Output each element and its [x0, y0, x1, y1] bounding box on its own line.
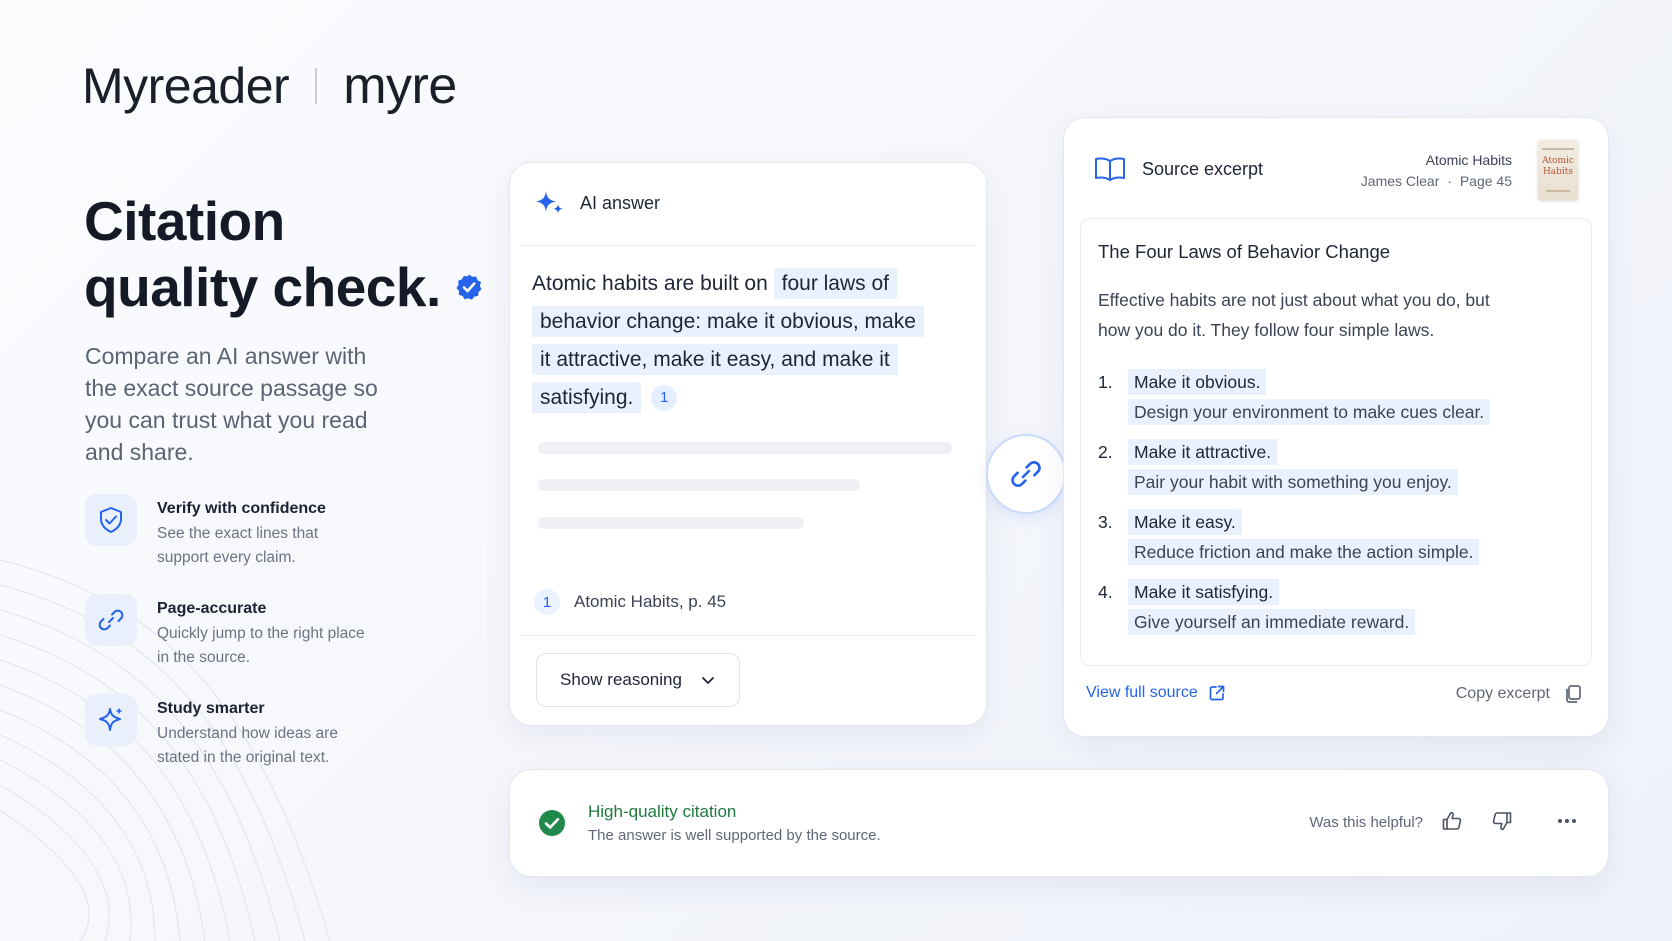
verified-badge-icon: [456, 274, 482, 301]
law-desc: Pair your habit with something you enjoy…: [1128, 469, 1458, 495]
copy-excerpt-label: Copy excerpt: [1455, 685, 1550, 702]
book-cover-title: Atomic Habits: [1542, 156, 1574, 177]
show-reasoning-button[interactable]: Show reasoning: [536, 653, 740, 707]
law-number: 1.: [1098, 372, 1113, 392]
check-circle-icon: [539, 810, 565, 836]
thumbs-up-icon[interactable]: [1441, 810, 1463, 832]
more-options-icon[interactable]: [1556, 810, 1578, 832]
brand-alt-name: myre: [343, 57, 457, 115]
source-excerpt-card: Source excerpt Atomic Habits James Clear…: [1063, 117, 1609, 737]
law-desc: Reduce friction and make the action simp…: [1128, 539, 1480, 565]
law-number: 2.: [1098, 442, 1113, 462]
law-title: Make it satisfying.: [1128, 579, 1280, 605]
source-number: 1: [534, 589, 560, 615]
show-reasoning-label: Show reasoning: [560, 670, 682, 689]
law-title: Make it easy.: [1128, 509, 1242, 535]
feature-desc: See the exact lines that support every c…: [157, 525, 319, 566]
brand-header: Myreader myre: [82, 56, 457, 116]
excerpt-passage: The Four Laws of Behavior Change Effecti…: [1080, 218, 1592, 666]
ai-answer-text: Atomic habits are built on four laws of …: [532, 265, 932, 417]
brand-name: Myreader: [82, 58, 290, 114]
book-author-page: James Clear · Page 45: [1361, 171, 1512, 192]
law-item: 4. Make it satisfying. Give yourself an …: [1098, 577, 1416, 637]
divider: [520, 635, 976, 636]
law-number: 4.: [1098, 582, 1113, 602]
book-title: Atomic Habits: [1425, 152, 1512, 168]
skeleton-line: [538, 517, 804, 529]
source-reference[interactable]: 1 Atomic Habits, p. 45: [534, 589, 726, 615]
title-line-1: Citation: [84, 190, 285, 252]
divider: [520, 245, 976, 246]
shield-check-icon: [85, 494, 137, 546]
meta-separator: ·: [1447, 173, 1452, 189]
book-author: James Clear: [1360, 173, 1440, 189]
excerpt-intro: Effective habits are not just about what…: [1098, 290, 1490, 340]
law-item: 3. Make it easy. Reduce friction and mak…: [1098, 507, 1480, 567]
feature-title: Page-accurate: [157, 600, 267, 617]
law-title: Make it attractive.: [1128, 439, 1278, 465]
skeleton-line: [538, 479, 860, 491]
feature-title: Verify with confidence: [157, 500, 326, 517]
book-page: Page 45: [1459, 173, 1512, 189]
sparkle-icon: [85, 694, 137, 746]
feature-desc: Quickly jump to the right place in the s…: [157, 625, 365, 666]
external-link-icon: [1209, 685, 1225, 701]
feature-desc: Understand how ideas are stated in the o…: [157, 725, 338, 766]
feature-verify: Verify with confidence See the exact lin…: [85, 494, 367, 570]
link-icon: [1011, 461, 1041, 487]
thumbs-down-icon[interactable]: [1491, 810, 1513, 832]
book-cover-thumbnail: Atomic Habits: [1538, 140, 1578, 200]
copy-excerpt-button[interactable]: Copy excerpt: [1456, 684, 1582, 704]
link-icon: [85, 594, 137, 646]
skeleton-line: [538, 442, 952, 454]
ai-answer-card: AI answer Atomic habits are built on fou…: [509, 162, 987, 726]
law-desc: Design your environment to make cues cle…: [1128, 399, 1491, 425]
feature-study-smarter: Study smarter Understand how ideas are s…: [85, 694, 367, 770]
feature-page-accurate: Page-accurate Quickly jump to the right …: [85, 594, 367, 670]
page-title: Citation quality check.: [84, 188, 504, 320]
citation-status-card: High-quality citation The answer is well…: [509, 769, 1609, 877]
source-meta: Atomic Habits James Clear · Page 45: [1361, 150, 1512, 192]
citation-marker[interactable]: 1: [651, 385, 678, 412]
source-excerpt-title: Source excerpt: [1142, 158, 1264, 179]
source-excerpt-header: Source excerpt: [1094, 156, 1263, 182]
feature-title: Study smarter: [157, 700, 265, 717]
source-reference-label: Atomic Habits, p. 45: [574, 592, 727, 611]
answer-plain-text: Atomic habits are built on: [532, 272, 774, 295]
law-number: 3.: [1098, 512, 1113, 532]
open-book-icon: [1095, 157, 1125, 181]
hero-headline: Citation quality check.: [84, 188, 504, 320]
copy-icon: [1566, 685, 1581, 703]
citation-link-node[interactable]: [986, 434, 1066, 514]
title-line-2: quality check.: [84, 256, 441, 318]
view-full-source-link[interactable]: View full source: [1086, 684, 1226, 702]
law-desc: Give yourself an immediate reward.: [1128, 609, 1416, 635]
status-title: High-quality citation: [588, 802, 737, 821]
law-title: Make it obvious.: [1128, 369, 1267, 395]
chevron-down-icon: [702, 677, 714, 684]
helpful-prompt: Was this helpful?: [1309, 814, 1423, 831]
excerpt-section-title: The Four Laws of Behavior Change: [1098, 241, 1391, 262]
ai-answer-title: AI answer: [580, 192, 661, 213]
law-item: 1. Make it obvious. Design your environm…: [1098, 367, 1491, 427]
hero-subtitle: Compare an AI answer with the exact sour…: [85, 343, 378, 465]
status-description: The answer is well supported by the sour…: [588, 827, 881, 844]
law-item: 2. Make it attractive. Pair your habit w…: [1098, 437, 1458, 497]
view-full-source-label: View full source: [1086, 684, 1198, 701]
ai-answer-header: AI answer: [534, 187, 660, 219]
brand-divider: [315, 68, 318, 104]
ai-sparkle-icon: [536, 191, 563, 214]
